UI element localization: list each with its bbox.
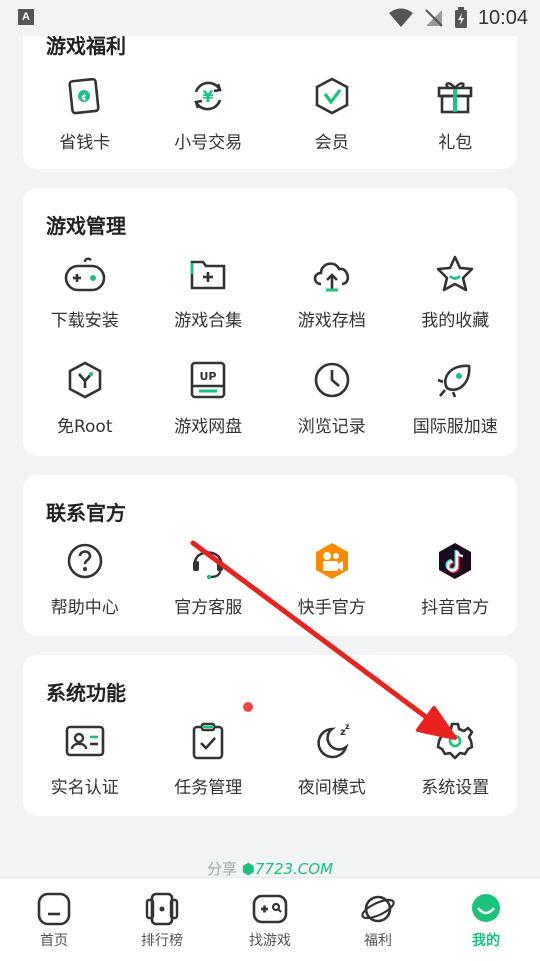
management-item-label: 免Root bbox=[56, 417, 113, 437]
folder-add-icon bbox=[190, 260, 226, 290]
nav-profile[interactable]: 我的 bbox=[432, 878, 540, 961]
official-item-kuaishou[interactable]: 快手官方 bbox=[270, 539, 394, 618]
app-notification-icon: A bbox=[18, 9, 34, 25]
nav-label: 排行榜 bbox=[141, 933, 183, 949]
ranking-icon bbox=[145, 892, 179, 926]
brand-logo-icon: ⬢ bbox=[241, 860, 255, 878]
hexagon-y-icon bbox=[68, 361, 102, 399]
management-item-collection[interactable]: 游戏合集 bbox=[147, 252, 271, 331]
official-item-label: 帮助中心 bbox=[50, 598, 119, 618]
management-item-savegame[interactable]: 游戏存档 bbox=[270, 252, 394, 331]
system-item-label: 夜间模式 bbox=[297, 778, 366, 798]
official-item-help[interactable]: 帮助中心 bbox=[23, 539, 147, 618]
star-icon bbox=[436, 255, 474, 292]
system-item-real-name[interactable]: 实名认证 bbox=[23, 719, 147, 798]
official-item-customer-service[interactable]: 官方客服 bbox=[147, 539, 271, 618]
management-item-download[interactable]: 下载安装 bbox=[23, 252, 147, 331]
management-item-label: 游戏合集 bbox=[174, 311, 243, 331]
battery-icon bbox=[454, 7, 467, 28]
welfare-item-gift[interactable]: 礼包 bbox=[394, 74, 518, 153]
official-item-douyin[interactable]: 抖音官方 bbox=[394, 539, 518, 618]
nav-label: 我的 bbox=[472, 933, 500, 949]
nav-welfare[interactable]: 福利 bbox=[324, 878, 432, 961]
management-item-label: 下载安装 bbox=[50, 311, 119, 331]
nav-label: 首页 bbox=[40, 933, 68, 949]
gift-icon bbox=[437, 82, 473, 114]
profile-icon bbox=[472, 894, 500, 922]
system-item-label: 实名认证 bbox=[50, 778, 119, 798]
kuaishou-icon bbox=[315, 543, 348, 579]
id-card-icon bbox=[65, 725, 105, 757]
welfare-item-vip[interactable]: 会员 bbox=[270, 74, 394, 153]
gamepad-icon bbox=[64, 257, 106, 292]
nav-label: 找游戏 bbox=[249, 933, 291, 949]
share-label: 分享 bbox=[206, 860, 237, 878]
cloud-drive-up-label: UP bbox=[200, 370, 217, 383]
rocket-icon bbox=[437, 364, 471, 398]
welfare-item-account-trade[interactable]: ¥ 小号交易 bbox=[147, 74, 271, 153]
nav-ranking[interactable]: 排行榜 bbox=[108, 878, 216, 961]
planet-icon bbox=[361, 895, 395, 923]
system-item-settings[interactable]: 系统设置 bbox=[394, 719, 518, 798]
welfare-item-label: 省钱卡 bbox=[59, 133, 111, 153]
management-item-no-root[interactable]: 免Root bbox=[23, 358, 147, 437]
no-signal-icon bbox=[425, 9, 443, 27]
welfare-item-label: 礼包 bbox=[438, 133, 473, 153]
management-item-history[interactable]: 浏览记录 bbox=[270, 358, 394, 437]
home-icon bbox=[37, 892, 71, 926]
nav-find-game[interactable]: 找游戏 bbox=[216, 878, 324, 961]
official-item-label: 官方客服 bbox=[174, 598, 243, 618]
management-item-label: 国际服加速 bbox=[412, 417, 498, 437]
management-item-label: 浏览记录 bbox=[297, 417, 366, 437]
find-game-icon bbox=[252, 894, 288, 924]
management-item-favorites[interactable]: 我的收藏 bbox=[394, 252, 518, 331]
yuan-exchange-icon: ¥ bbox=[194, 81, 222, 111]
clock-icon bbox=[314, 362, 350, 398]
notification-dot bbox=[243, 702, 253, 712]
management-item-label: 游戏存档 bbox=[297, 311, 366, 331]
system-item-label: 系统设置 bbox=[421, 778, 490, 798]
douyin-icon bbox=[439, 543, 472, 579]
bottom-navigation: 首页 排行榜 找游戏 福利 我的 bbox=[0, 877, 540, 961]
cloud-upload-icon bbox=[313, 262, 349, 292]
welfare-card: 游戏福利 ¢ 省钱卡 ¥ 小号交易 会员 礼包 bbox=[23, 20, 517, 169]
management-item-label: 游戏网盘 bbox=[174, 417, 243, 437]
official-section-title: 联系官方 bbox=[46, 501, 126, 525]
nav-home[interactable]: 首页 bbox=[0, 878, 108, 961]
official-item-label: 快手官方 bbox=[297, 598, 366, 618]
help-icon bbox=[67, 543, 103, 579]
wifi-icon bbox=[388, 8, 413, 27]
system-item-task-manager[interactable]: 任务管理 bbox=[147, 719, 271, 798]
vip-shield-icon bbox=[315, 77, 349, 115]
welfare-item-label: 小号交易 bbox=[174, 133, 243, 153]
welfare-item-savings-card[interactable]: ¢ 省钱卡 bbox=[23, 74, 147, 153]
official-item-label: 抖音官方 bbox=[421, 598, 490, 618]
official-card: 联系官方 帮助中心 官方客服 快手官方 抖音官方 bbox=[23, 475, 517, 636]
clock-time: 10:04 bbox=[477, 6, 528, 29]
management-card: 游戏管理 下载安装 游戏合集 游戏存档 我的收藏 免Root UP 游戏网盘 浏… bbox=[23, 188, 517, 456]
system-item-night-mode[interactable]: zz 夜间模式 bbox=[270, 719, 394, 798]
welfare-item-label: 会员 bbox=[314, 133, 349, 153]
brand-text: 7723.COM bbox=[254, 860, 334, 878]
management-section-title: 游戏管理 bbox=[46, 214, 126, 238]
gear-icon bbox=[436, 722, 474, 760]
system-item-label: 任务管理 bbox=[174, 778, 243, 798]
cloud-drive-icon: UP bbox=[190, 361, 226, 399]
system-card: 系统功能 实名认证 任务管理 zz 夜间模式 系统设置 bbox=[23, 655, 517, 816]
svg-text:z: z bbox=[345, 722, 350, 731]
share-watermark: 分享 ⬢7723.COM bbox=[0, 858, 540, 879]
moon-icon: zz bbox=[317, 722, 350, 759]
savings-card-icon: ¢ bbox=[68, 77, 100, 115]
status-bar: A 10:04 bbox=[0, 0, 540, 36]
headset-icon bbox=[193, 551, 224, 580]
svg-text:¢: ¢ bbox=[81, 93, 87, 103]
svg-text:¥: ¥ bbox=[203, 87, 214, 106]
system-section-title: 系统功能 bbox=[46, 681, 126, 705]
management-item-cloud-drive[interactable]: UP 游戏网盘 bbox=[147, 358, 271, 437]
nav-label: 福利 bbox=[364, 933, 392, 949]
management-item-global-boost[interactable]: 国际服加速 bbox=[394, 358, 518, 437]
management-item-label: 我的收藏 bbox=[421, 311, 490, 331]
clipboard-check-icon bbox=[192, 722, 224, 760]
